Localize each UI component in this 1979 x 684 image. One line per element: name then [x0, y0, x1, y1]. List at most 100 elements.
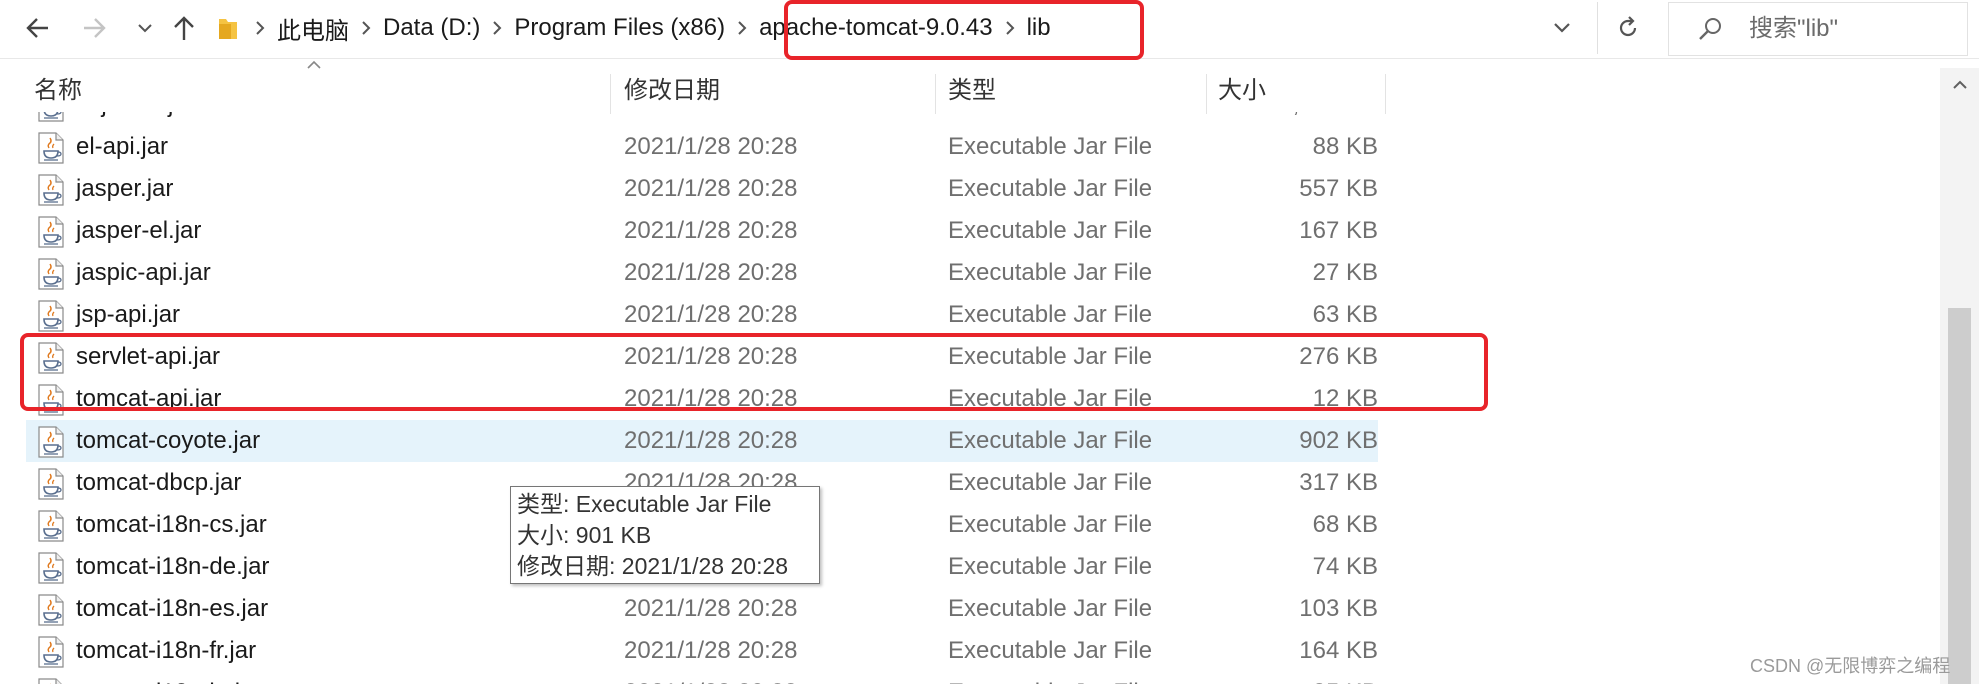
file-modified-date: 2021/1/28 20:28	[624, 112, 798, 126]
breadcrumb-data-drive[interactable]: Data (D:)	[379, 14, 484, 42]
file-row[interactable]: jasper-el.jar 2021/1/28 20:28 Executable J…	[26, 210, 1378, 252]
column-divider[interactable]	[935, 74, 936, 114]
up-arrow-icon	[174, 16, 194, 40]
file-row[interactable]: jsp-api.jar 2021/1/28 20:28 Executable Jar…	[26, 294, 1378, 336]
column-divider[interactable]	[610, 74, 611, 114]
highlight-box-servlet-api	[20, 333, 1488, 411]
file-row[interactable]: el-api.jar 2021/1/28 20:28 Executable Jar …	[26, 126, 1378, 168]
file-type: Executable Jar File	[948, 469, 1153, 496]
file-type: Executable Jar File	[948, 112, 1152, 126]
file-name: tomcat-i18n-fr.jar	[76, 637, 257, 664]
file-name: jaspic-api.jar	[76, 259, 211, 286]
file-modified-date: 2021/1/28 20:28	[624, 301, 798, 328]
file-type: Executable Jar File	[948, 259, 1153, 286]
jar-file-icon	[38, 468, 64, 500]
jar-file-icon	[38, 112, 64, 122]
jar-file-icon	[38, 636, 64, 668]
vertical-scrollbar[interactable]	[1940, 68, 1979, 684]
column-name[interactable]: 名称	[34, 68, 604, 112]
file-size: 85 KB	[1178, 672, 1378, 684]
recent-locations-button[interactable]	[128, 8, 162, 48]
file-name: tomcat-i18n-ja.jar	[76, 672, 261, 684]
file-size: 164 KB	[1299, 637, 1378, 664]
jar-file-icon	[38, 132, 64, 164]
back-arrow-icon	[26, 18, 48, 38]
file-type: Executable Jar File	[948, 511, 1153, 538]
file-type: Executable Jar File	[948, 175, 1153, 202]
file-row[interactable]: tomcat-coyote.jar 2021/1/28 20:28 Executab…	[26, 420, 1378, 462]
file-name: jasper-el.jar	[76, 217, 202, 244]
file-name: el-api.jar	[76, 133, 169, 160]
file-name: ecj-4.18.jar	[76, 112, 195, 126]
jar-file-icon	[38, 552, 64, 584]
file-type: Executable Jar File	[948, 427, 1153, 454]
forward-arrow-icon	[84, 18, 106, 38]
highlight-box-address	[784, 0, 1144, 60]
forward-button[interactable]	[76, 8, 112, 48]
tooltip-date: 修改日期: 2021/1/28 20:28	[517, 553, 789, 579]
file-type: Executable Jar File	[948, 672, 1152, 684]
file-size: 74 KB	[1312, 553, 1378, 580]
column-type[interactable]: 类型	[948, 68, 1198, 112]
file-size: 167 KB	[1299, 217, 1378, 244]
search-box[interactable]	[1668, 2, 1968, 56]
file-type: Executable Jar File	[948, 133, 1153, 160]
file-modified-date: 2021/1/28 20:28	[624, 637, 798, 664]
refresh-icon	[1619, 16, 1637, 37]
file-size: 63 KB	[1312, 301, 1378, 328]
file-name: tomcat-i18n-de.jar	[76, 553, 270, 580]
file-size: 27 KB	[1312, 259, 1378, 286]
file-size: 902 KB	[1299, 427, 1378, 454]
file-modified-date: 2021/1/28 20:28	[624, 217, 798, 244]
chevron-right-icon	[737, 20, 747, 36]
file-size: 317 KB	[1299, 469, 1378, 496]
scrollbar-thumb[interactable]	[1948, 308, 1971, 684]
column-date[interactable]: 修改日期	[624, 68, 924, 112]
file-row[interactable]: tomcat-i18n-ja.jar 2021/1/28 20:28 Executa…	[26, 672, 1378, 684]
file-size: 3,050 KB	[1178, 112, 1378, 126]
jar-file-icon	[38, 300, 64, 332]
file-name: tomcat-i18n-cs.jar	[76, 511, 267, 538]
column-divider[interactable]	[1206, 74, 1207, 114]
address-history-dropdown[interactable]	[1537, 8, 1587, 48]
scroll-up-button[interactable]	[1940, 68, 1979, 102]
back-button[interactable]	[20, 8, 56, 48]
folder-icon	[219, 19, 237, 39]
scroll-up-icon	[1952, 80, 1967, 89]
file-type: Executable Jar File	[948, 637, 1153, 664]
file-type: Executable Jar File	[948, 553, 1153, 580]
chevron-right-icon	[255, 20, 265, 36]
file-name: tomcat-dbcp.jar	[76, 469, 242, 496]
file-size: 88 KB	[1312, 133, 1378, 160]
jar-file-icon	[38, 426, 64, 458]
file-type: Executable Jar File	[948, 595, 1153, 622]
file-row[interactable]: jaspic-api.jar 2021/1/28 20:28 Executable …	[26, 252, 1378, 294]
file-type: Executable Jar File	[948, 301, 1153, 328]
breadcrumb-program-files[interactable]: Program Files (x86)	[510, 14, 729, 42]
column-header-row: 名称 修改日期 类型 大小	[0, 60, 1940, 114]
file-size: 103 KB	[1299, 595, 1378, 622]
column-size[interactable]: 大小	[1218, 68, 1368, 112]
jar-file-icon	[38, 510, 64, 542]
file-row[interactable]: jasper.jar 2021/1/28 20:28 Executable Jar …	[26, 168, 1378, 210]
jar-file-icon	[38, 678, 62, 684]
up-button[interactable]	[166, 8, 202, 48]
chevron-right-icon	[361, 20, 371, 36]
file-size: 68 KB	[1312, 511, 1378, 538]
file-name: jsp-api.jar	[76, 301, 181, 328]
column-divider[interactable]	[1385, 74, 1386, 114]
file-row[interactable]: tomcat-i18n-es.jar 2021/1/28 20:28 Executa…	[26, 588, 1378, 630]
chevron-right-icon	[492, 20, 502, 36]
file-size: 557 KB	[1299, 175, 1378, 202]
tooltip-type: 类型: Executable Jar File	[517, 491, 772, 517]
refresh-button[interactable]	[1597, 2, 1658, 54]
recent-dropdown-icon	[138, 24, 152, 33]
file-row[interactable]: ecj-4.18.jar 2021/1/28 20:28 Executable Ja…	[26, 112, 1378, 126]
search-input[interactable]	[1747, 14, 1951, 44]
breadcrumb-this-pc[interactable]: 此电脑	[273, 11, 353, 46]
chevron-down-icon	[1554, 23, 1570, 33]
file-modified-date: 2021/1/28 20:28	[624, 259, 798, 286]
jar-file-icon	[38, 258, 64, 290]
file-row[interactable]: tomcat-i18n-fr.jar 2021/1/28 20:28 Executa…	[26, 630, 1378, 672]
search-icon	[1699, 18, 1721, 40]
